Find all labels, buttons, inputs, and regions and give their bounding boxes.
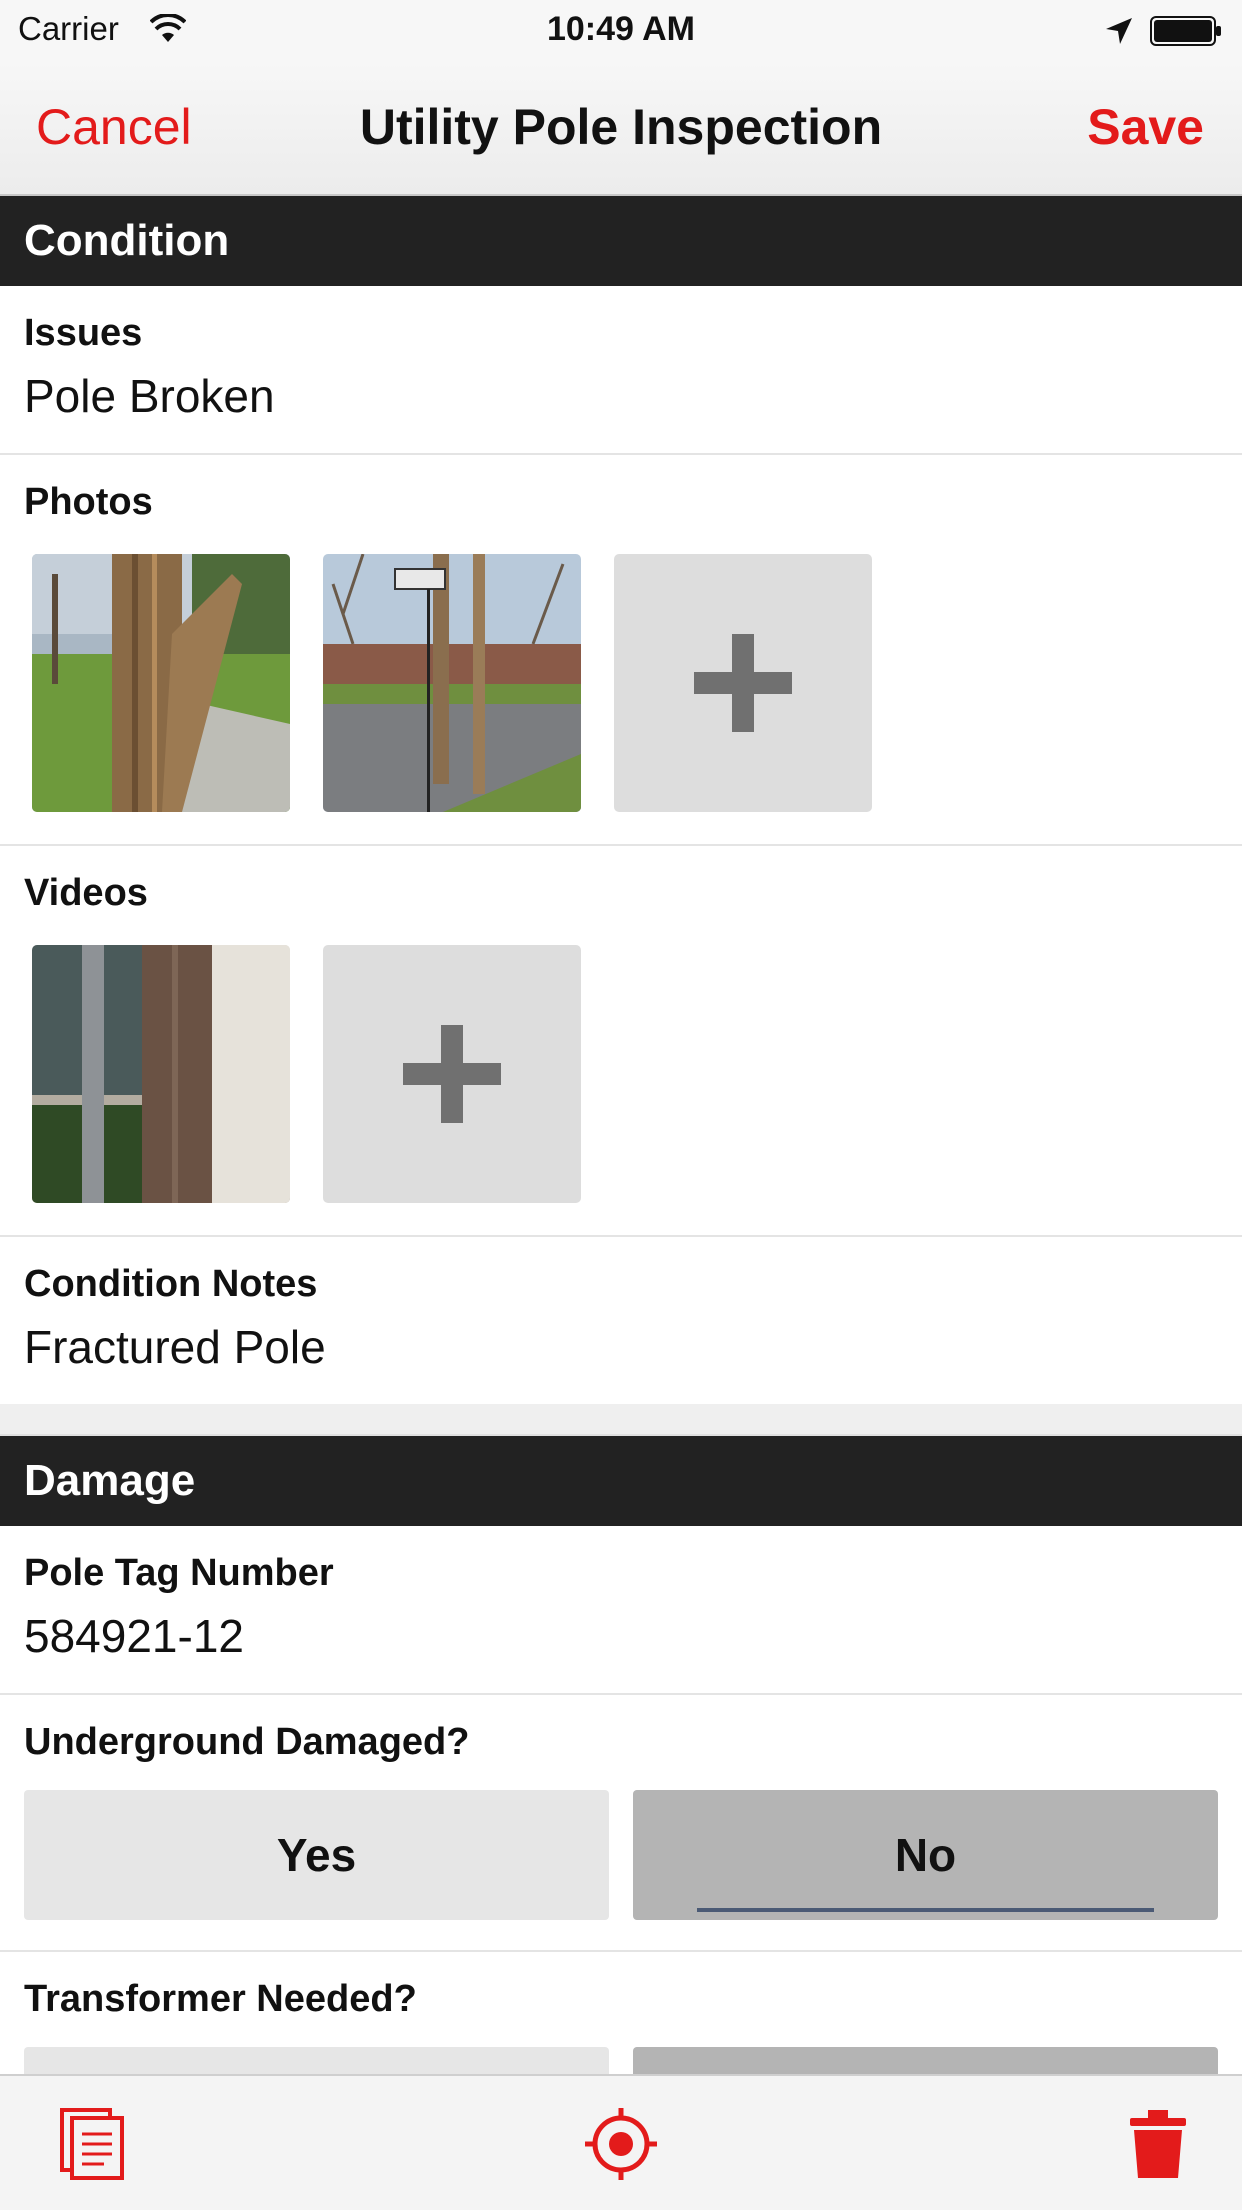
- issues-field[interactable]: Issues Pole Broken: [0, 286, 1242, 455]
- copy-document-icon[interactable]: [58, 2106, 134, 2182]
- field-label: Pole Tag Number: [24, 1552, 334, 1594]
- add-photo-button[interactable]: [614, 554, 872, 812]
- field-label: Transformer Needed?: [24, 1978, 417, 2020]
- field-label: Photos: [24, 481, 153, 523]
- section-header-damage: Damage: [0, 1436, 1242, 1526]
- form-content: Condition Issues Pole Broken Photos Vide…: [0, 196, 1242, 2207]
- status-time: 10:49 AM: [546, 10, 696, 48]
- field-label: Issues: [24, 312, 143, 354]
- yes-option[interactable]: Yes: [24, 1790, 609, 1920]
- field-label: Videos: [24, 872, 148, 914]
- status-bar: Carrier 10:49 AM: [0, 0, 1242, 62]
- field-value: 584921-12: [24, 1610, 244, 1662]
- field-value: Fractured Pole: [24, 1321, 326, 1373]
- section-separator: [0, 1404, 1242, 1436]
- video-thumbnails: [0, 915, 1242, 1235]
- navigation-bar: Cancel Utility Pole Inspection Save: [0, 62, 1242, 196]
- videos-field: Videos: [0, 846, 1242, 1237]
- bottom-toolbar: [0, 2074, 1242, 2210]
- field-label: Underground Damaged?: [24, 1721, 470, 1763]
- field-label: Condition Notes: [24, 1263, 318, 1305]
- yes-no-segmented-control: Yes No: [0, 1764, 1242, 1950]
- locate-target-icon[interactable]: [583, 2106, 659, 2182]
- location-arrow-icon: [1106, 18, 1132, 44]
- photo-thumbnail[interactable]: [32, 554, 290, 812]
- save-button[interactable]: Save: [1087, 98, 1204, 156]
- photo-thumbnail[interactable]: [323, 554, 581, 812]
- battery-icon: [1150, 16, 1221, 46]
- selection-indicator: [697, 1908, 1154, 1912]
- no-option-selected[interactable]: No: [633, 1790, 1218, 1920]
- photos-field: Photos: [0, 455, 1242, 846]
- pole-tag-field[interactable]: Pole Tag Number 584921-12: [0, 1526, 1242, 1695]
- video-thumbnail[interactable]: [32, 945, 290, 1203]
- section-header-condition: Condition: [0, 196, 1242, 286]
- field-value: Pole Broken: [24, 370, 275, 422]
- photo-thumbnails: [0, 524, 1242, 844]
- add-video-button[interactable]: [323, 945, 581, 1203]
- trash-icon[interactable]: [1120, 2106, 1196, 2182]
- underground-damaged-field: Underground Damaged? Yes No: [0, 1695, 1242, 1952]
- page-title: Utility Pole Inspection: [359, 99, 883, 155]
- condition-notes-field[interactable]: Condition Notes Fractured Pole: [0, 1237, 1242, 1404]
